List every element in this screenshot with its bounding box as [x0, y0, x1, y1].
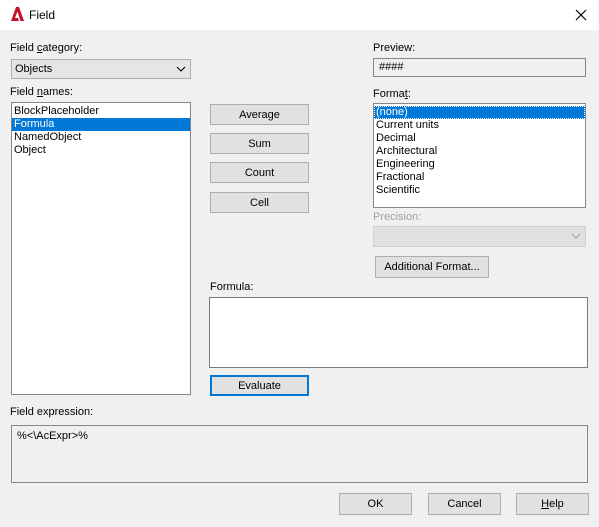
- close-icon: [575, 9, 586, 21]
- list-item[interactable]: Fractional: [374, 171, 585, 184]
- help-access-key: H: [541, 498, 550, 510]
- format-label: Format:: [373, 88, 411, 100]
- formula-label: Formula:: [210, 281, 254, 293]
- label-part: ames:: [43, 86, 73, 98]
- list-item[interactable]: Scientific: [374, 184, 585, 197]
- field-expression-value: %<\AcExpr>%: [17, 430, 88, 442]
- list-item-selected[interactable]: (none): [374, 106, 585, 119]
- field-category-value: Objects: [15, 63, 53, 75]
- field-category-select[interactable]: Objects: [11, 59, 191, 79]
- label-part: Forma: [373, 88, 405, 100]
- evaluate-button[interactable]: Evaluate: [210, 375, 309, 396]
- label-part: Field: [10, 86, 37, 98]
- preview-value: ####: [379, 61, 404, 73]
- list-item-selected[interactable]: Formula: [12, 118, 190, 131]
- precision-label: Precision:: [373, 211, 422, 223]
- label-part: :: [407, 88, 411, 100]
- field-category-label: Field category:: [10, 42, 82, 54]
- help-label-rest: elp: [549, 498, 564, 510]
- label-part: Field: [10, 42, 37, 54]
- field-names-label: Field names:: [10, 86, 73, 98]
- format-list[interactable]: (none) Current units Decimal Architectur…: [373, 103, 586, 208]
- title-bar: [0, 0, 599, 30]
- list-item[interactable]: Architectural: [374, 145, 585, 158]
- list-item[interactable]: Decimal: [374, 132, 585, 145]
- preview-label: Preview:: [373, 42, 416, 54]
- cancel-button[interactable]: Cancel: [428, 493, 501, 515]
- list-item[interactable]: NamedObject: [12, 131, 190, 144]
- list-item[interactable]: Object: [12, 144, 190, 157]
- cell-button[interactable]: Cell: [210, 192, 309, 213]
- list-item[interactable]: Current units: [374, 119, 585, 132]
- help-button[interactable]: Help: [516, 493, 589, 515]
- preview-field: ####: [373, 58, 586, 77]
- average-button[interactable]: Average: [210, 104, 309, 125]
- formula-input[interactable]: [209, 297, 588, 368]
- window-title: Field: [29, 8, 56, 22]
- precision-select[interactable]: [373, 226, 586, 247]
- field-expression-label: Field expression:: [10, 406, 94, 418]
- autocad-app-icon: [11, 7, 24, 21]
- label-part: ategory:: [42, 42, 83, 54]
- field-names-list[interactable]: BlockPlaceholder Formula NamedObject Obj…: [11, 102, 191, 395]
- ok-button[interactable]: OK: [339, 493, 412, 515]
- additional-format-button[interactable]: Additional Format...: [375, 256, 489, 278]
- list-item[interactable]: Engineering: [374, 158, 585, 171]
- sum-button[interactable]: Sum: [210, 133, 309, 154]
- field-expression-box: %<\AcExpr>%: [11, 425, 588, 483]
- chevron-down-icon: [571, 233, 581, 239]
- chevron-down-icon: [176, 66, 186, 72]
- list-item[interactable]: BlockPlaceholder: [12, 105, 190, 118]
- close-button[interactable]: [562, 0, 599, 30]
- count-button[interactable]: Count: [210, 162, 309, 183]
